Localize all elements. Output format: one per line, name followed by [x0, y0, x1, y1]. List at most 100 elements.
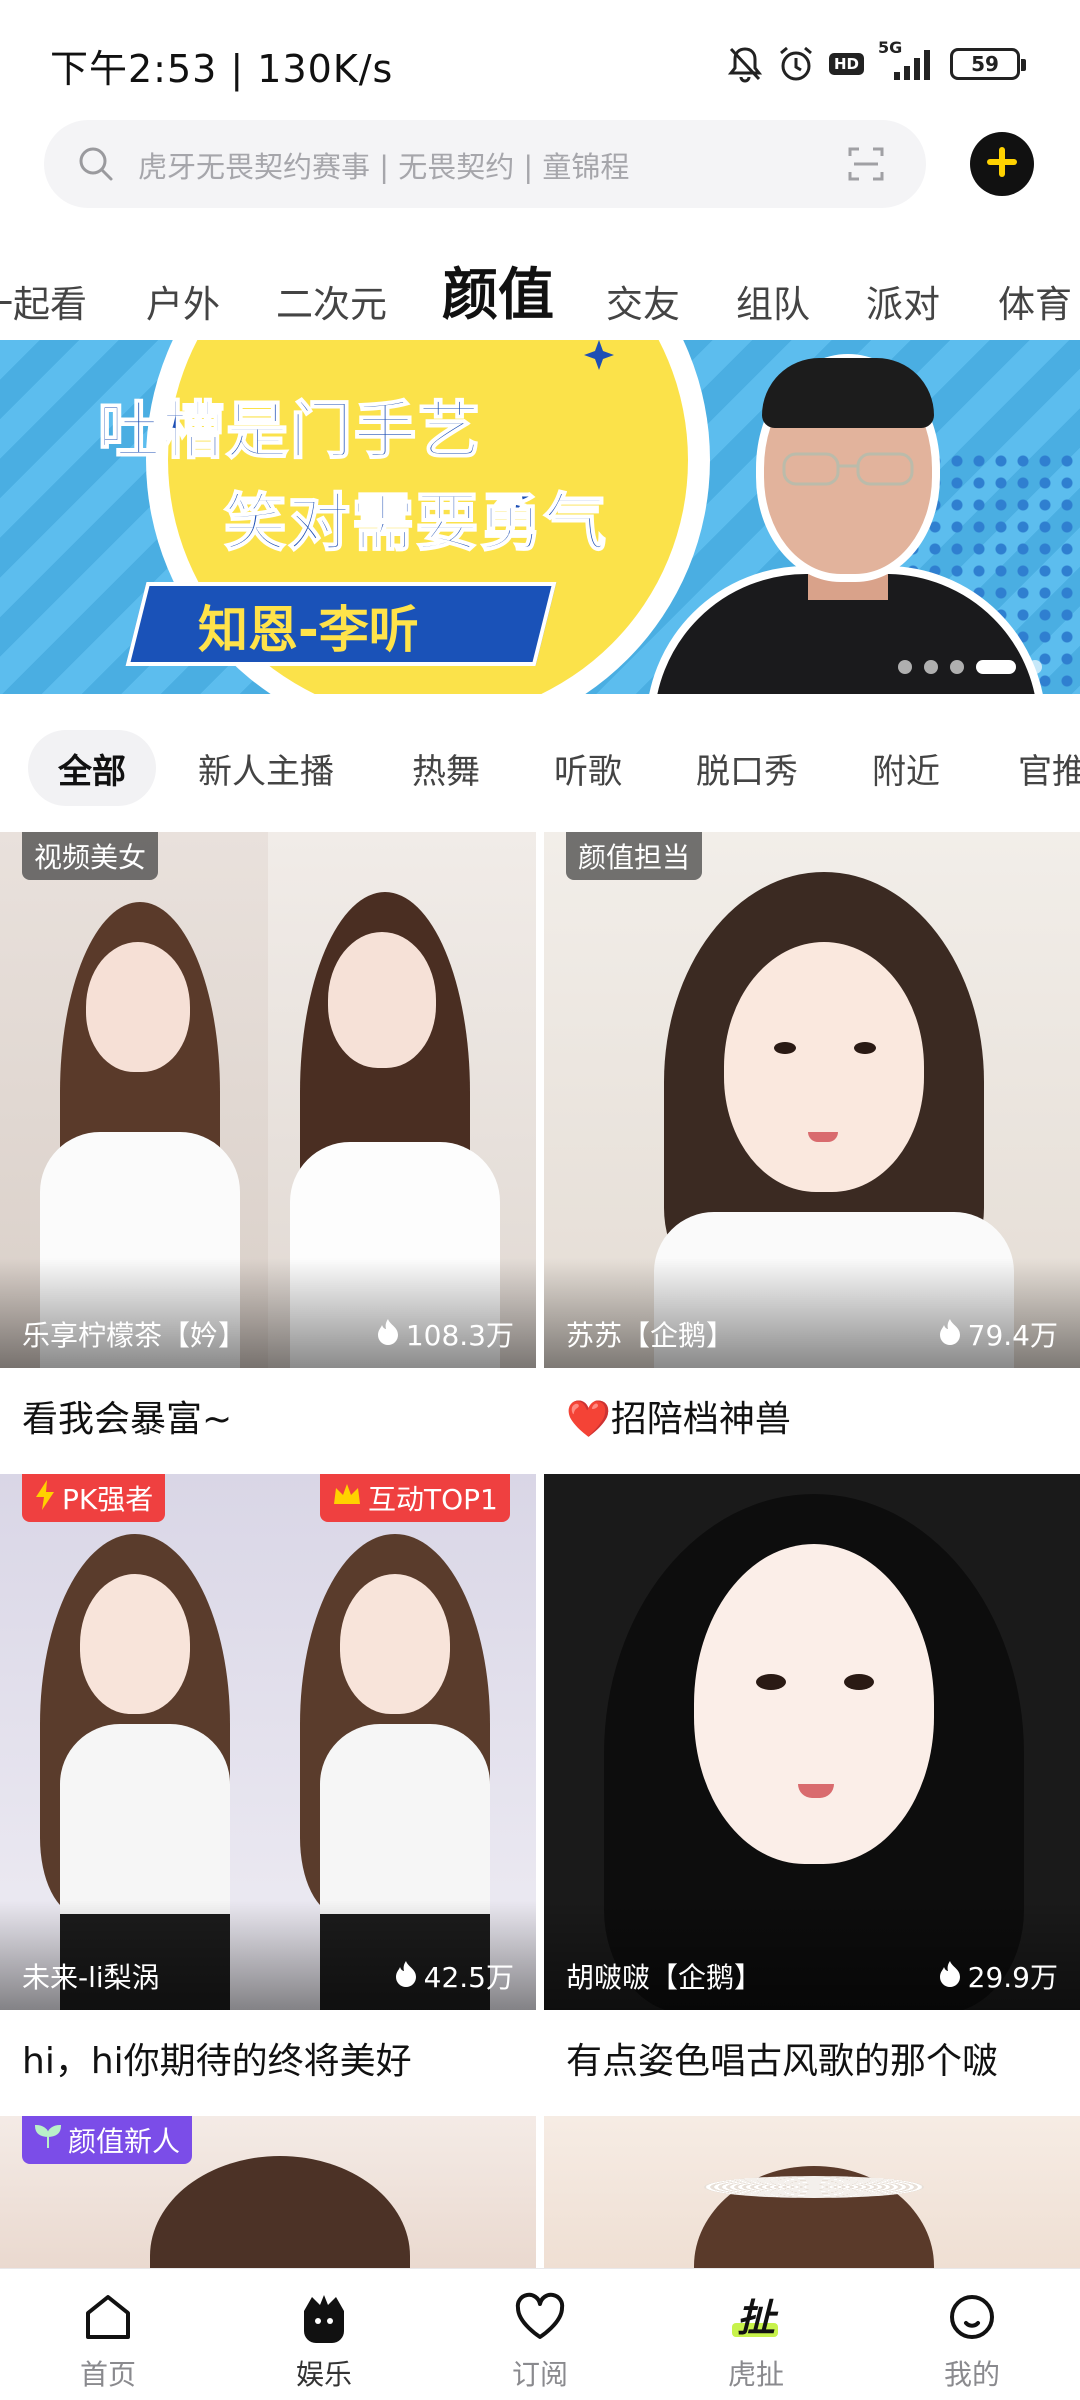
category-tabs: 一起看 户外 二次元 颜值 交友 组队 派对 体育: [0, 230, 1080, 330]
heat-count: 42.5万: [394, 1956, 514, 1996]
banner-host-name: 知恩-李听: [198, 601, 419, 659]
search-placeholder: 虎牙无畏契约赛事 | 无畏契约 | 童锦程: [138, 150, 630, 184]
card-tag: 颜值担当: [566, 832, 703, 880]
subtab-official[interactable]: 官推: [988, 730, 1080, 806]
heat-value: 108.3万: [405, 1319, 514, 1352]
nav-profile[interactable]: 我的: [864, 2269, 1080, 2400]
heat-value: 42.5万: [423, 1961, 514, 1994]
stream-thumbnail: 颜值新人: [0, 2116, 536, 2268]
heart-icon: [512, 2287, 568, 2347]
nav-entertainment[interactable]: 娱乐: [216, 2269, 432, 2400]
crown-icon: [332, 1482, 362, 1515]
pager-dot-active[interactable]: [976, 660, 1016, 674]
promo-banner[interactable]: 吐槽是门手艺 笑对需要勇气 知恩-李听: [0, 340, 1080, 694]
status-time: 下午2:53 | 130K/s: [50, 47, 394, 91]
mute-bell-icon: [727, 45, 763, 83]
banner-pager: [898, 660, 1042, 674]
tab-party[interactable]: 派对: [866, 274, 940, 328]
signal-5g-label: 5G: [878, 38, 903, 57]
plus-icon: [987, 147, 1017, 181]
heat-count: 108.3万: [376, 1314, 514, 1354]
nav-label: 订阅: [511, 2358, 568, 2391]
profile-icon: [946, 2287, 998, 2347]
sprout-icon: [34, 2124, 62, 2157]
stream-thumbnail: 视频美女 乐享柠檬茶【妗】 108.3万: [0, 832, 536, 1368]
pager-dot[interactable]: [1028, 660, 1042, 674]
streamer-name: 乐享柠檬茶【妗】: [22, 1319, 247, 1352]
hd-icon: HD: [828, 53, 864, 75]
status-bar: 下午2:53 | 130K/s HD 5G 59: [0, 0, 1080, 120]
home-icon: [82, 2287, 134, 2347]
card-tag: PK强者: [22, 1474, 166, 1522]
card-tag: 视频美女: [22, 832, 159, 880]
subtab-standup[interactable]: 脱口秀: [666, 730, 828, 806]
fire-icon: [938, 1959, 962, 1994]
search-input[interactable]: 虎牙无畏契约赛事 | 无畏契约 | 童锦程: [44, 120, 926, 208]
fire-icon: [376, 1317, 400, 1352]
subtab-all[interactable]: 全部: [28, 730, 156, 806]
sparkle-icon: [584, 340, 614, 374]
heat-count: 29.9万: [938, 1956, 1058, 1996]
heat-value: 29.9万: [967, 1961, 1058, 1994]
card-tag-top: 互动TOP1: [320, 1474, 510, 1522]
nav-label: 虎扯: [727, 2358, 784, 2391]
tab-watch-together[interactable]: 一起看: [0, 274, 87, 328]
stream-title: hi，hi你期待的终将美好: [22, 2041, 412, 2082]
stream-thumbnail: [544, 2116, 1080, 2268]
stream-title: ❤️招陪档神兽: [566, 1399, 791, 1440]
nav-label: 首页: [79, 2358, 136, 2391]
banner-headline-2: 笑对需要勇气: [223, 485, 609, 560]
stream-thumbnail: PK强者 互动TOP1 未来-li梨涡 42.5万: [0, 1474, 536, 2010]
subtab-hot-dance[interactable]: 热舞: [382, 730, 510, 806]
card-tag-label: PK强者: [62, 1483, 154, 1516]
heat-value: 79.4万: [967, 1319, 1058, 1352]
battery-icon: 59: [950, 48, 1026, 80]
signal-5g-icon: 5G: [878, 38, 936, 82]
entertainment-icon: [296, 2287, 352, 2347]
huche-icon: 扯: [728, 2287, 784, 2347]
status-icons: HD 5G 59: [727, 38, 1026, 86]
tab-social[interactable]: 交友: [606, 274, 680, 328]
sub-filter-tabs: 全部 新人主播 热舞 听歌 脱口秀 附近 官推: [0, 718, 1080, 808]
tab-team[interactable]: 组队: [736, 274, 810, 328]
streamer-name: 未来-li梨涡: [22, 1961, 160, 1994]
banner-headline-1: 吐槽是门手艺: [97, 393, 483, 468]
nav-label: 我的: [943, 2358, 1000, 2391]
stream-thumbnail: 胡啵啵【企鹅】 29.9万: [544, 1474, 1080, 2010]
glasses-shape: [782, 452, 914, 486]
pager-dot[interactable]: [898, 660, 912, 674]
fire-icon: [394, 1959, 418, 1994]
stream-title: 看我会暴富~: [22, 1399, 233, 1440]
streamer-name: 胡啵啵【企鹅】: [566, 1961, 763, 1994]
nav-subscribe[interactable]: 订阅: [432, 2269, 648, 2400]
card-tag-label: 颜值新人: [68, 2125, 181, 2158]
subtab-songs[interactable]: 听歌: [524, 730, 652, 806]
pager-dot[interactable]: [950, 660, 964, 674]
pager-dot[interactable]: [924, 660, 938, 674]
alarm-icon: [777, 45, 815, 83]
tab-looks[interactable]: 颜值: [442, 250, 554, 330]
lightning-icon: [34, 1479, 56, 1517]
fire-icon: [938, 1317, 962, 1352]
nav-label: 娱乐: [295, 2358, 352, 2391]
host-photo: [640, 340, 1080, 694]
svg-text:扯: 扯: [737, 2296, 779, 2340]
tab-outdoor[interactable]: 户外: [146, 274, 220, 328]
headband-shape: [704, 2176, 924, 2198]
subtab-nearby[interactable]: 附近: [842, 730, 970, 806]
streamer-name: 苏苏【企鹅】: [566, 1319, 735, 1352]
card-tag: 颜值新人: [22, 2116, 193, 2164]
stream-title: 有点姿色唱古风歌的那个啵: [566, 2041, 999, 2082]
add-button[interactable]: [970, 132, 1034, 196]
subtab-new-hosts[interactable]: 新人主播: [168, 730, 364, 806]
search-icon: [76, 144, 116, 188]
heat-count: 79.4万: [938, 1314, 1058, 1354]
tab-sports[interactable]: 体育: [998, 274, 1072, 328]
stream-thumbnail: 颜值担当 苏苏【企鹅】 79.4万: [544, 832, 1080, 1368]
bottom-nav: 首页 娱乐 订阅 扯 虎扯 我的: [0, 2268, 1080, 2400]
nav-home[interactable]: 首页: [0, 2269, 216, 2400]
battery-level: 59: [971, 52, 999, 76]
scan-icon[interactable]: [846, 144, 886, 188]
tab-anime[interactable]: 二次元: [276, 274, 387, 328]
nav-huche[interactable]: 扯 虎扯: [648, 2269, 864, 2400]
